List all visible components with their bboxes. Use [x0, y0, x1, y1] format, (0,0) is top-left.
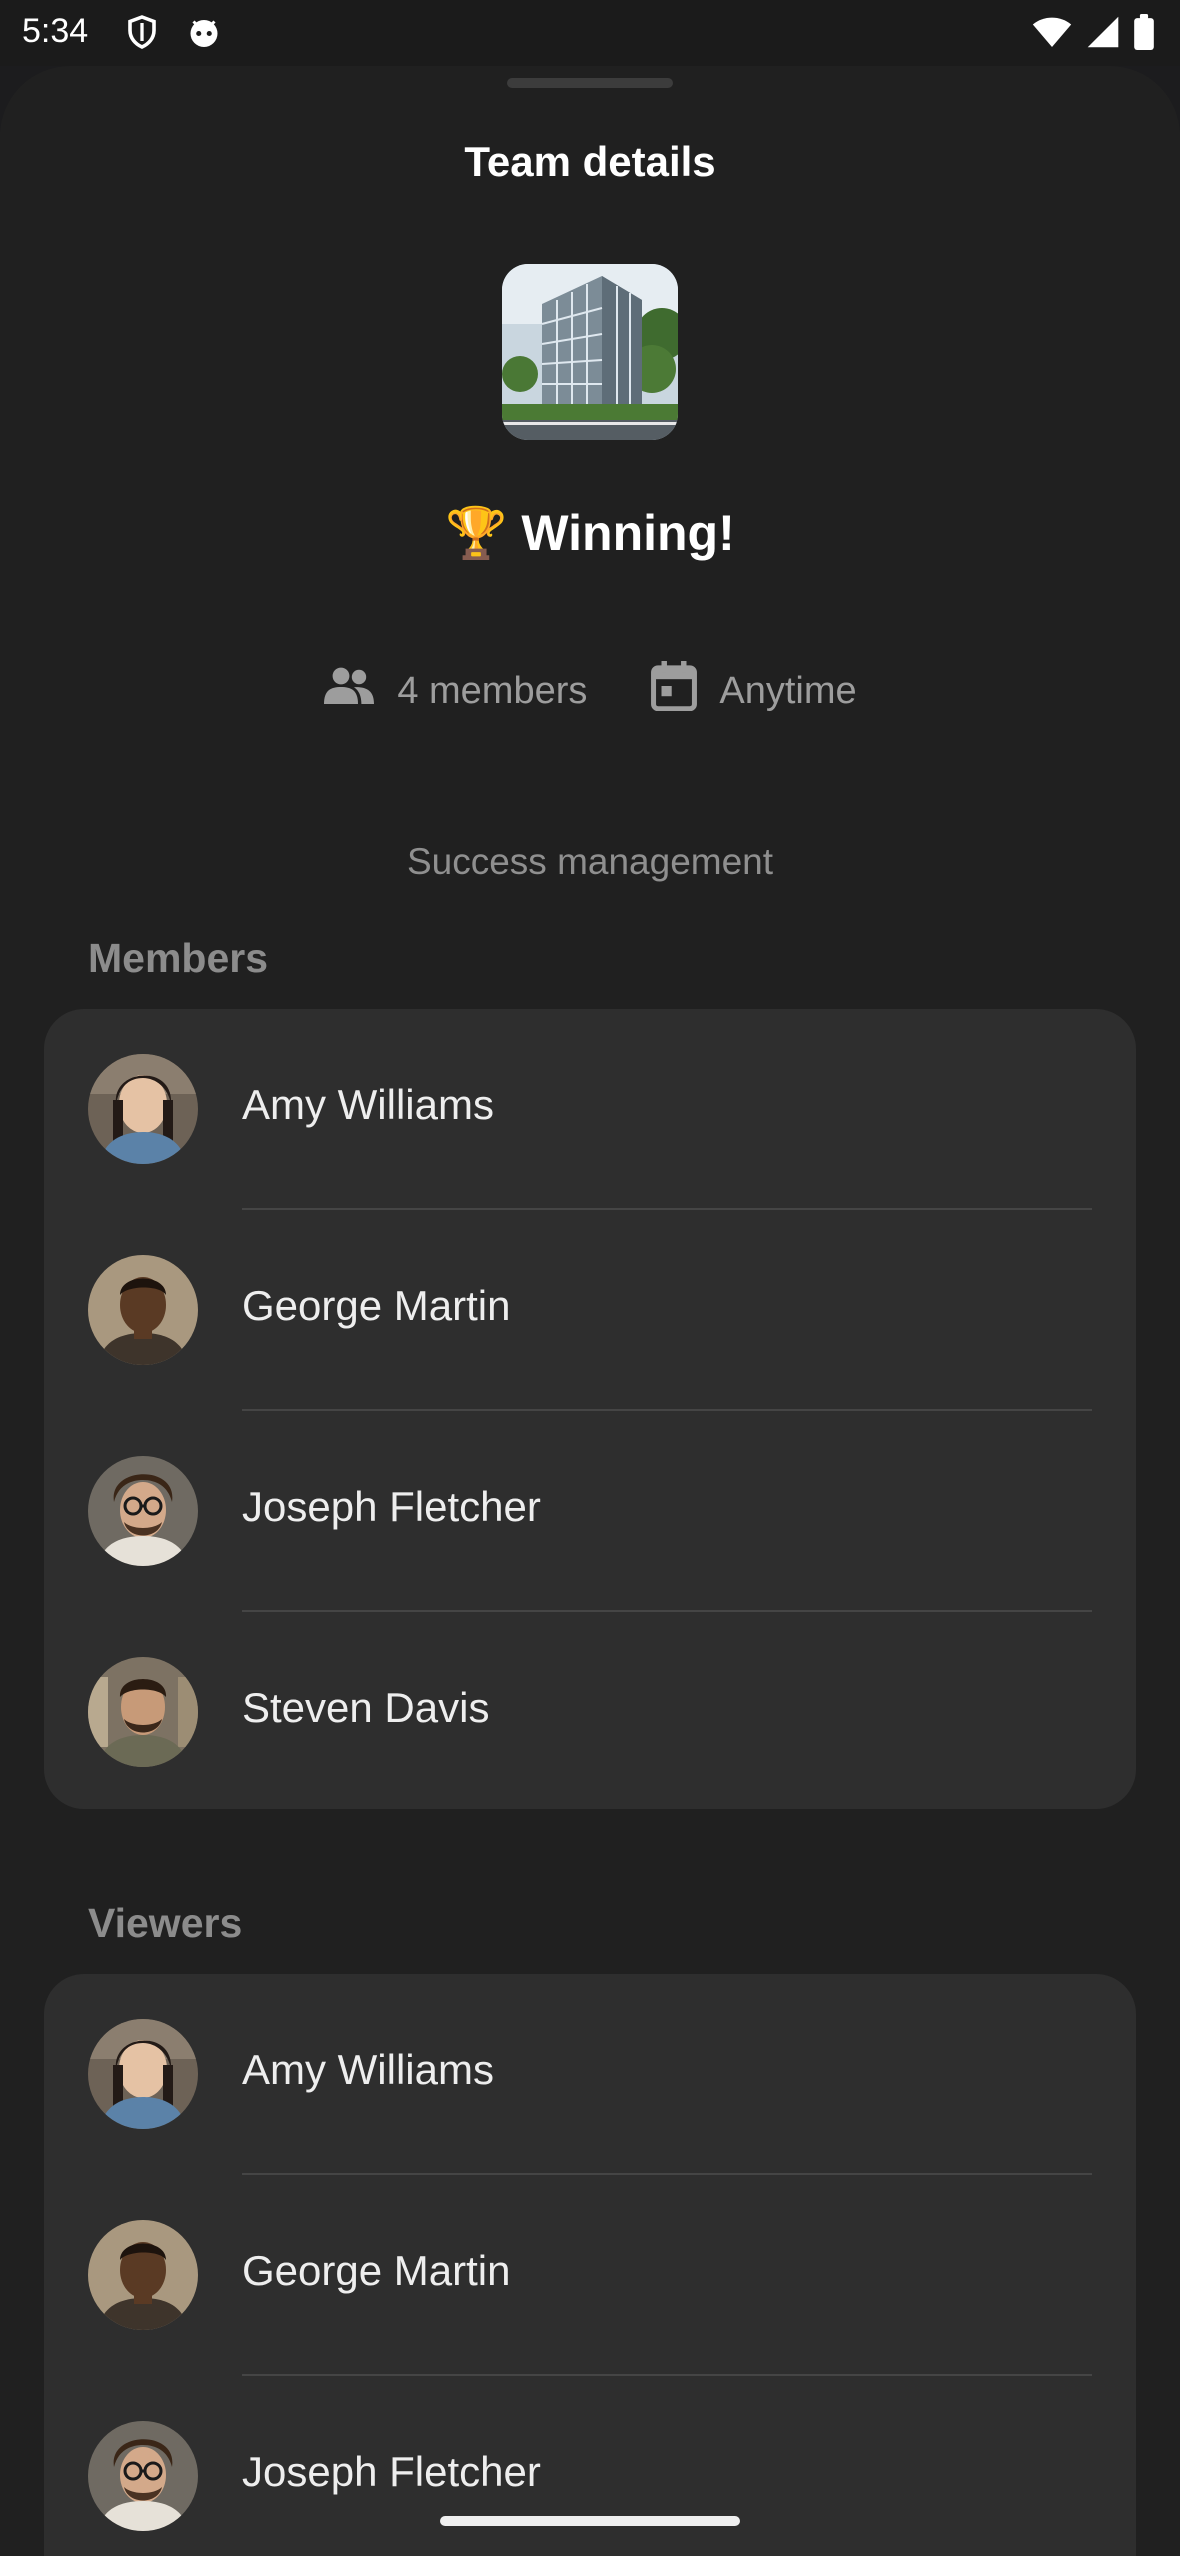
avatar — [88, 1657, 198, 1767]
team-name: 🏆 Winning! — [445, 505, 735, 561]
cell-signal-icon — [1086, 15, 1120, 54]
avatar — [88, 1054, 198, 1164]
team-description: Success management — [406, 841, 774, 882]
list-item[interactable]: George Martin — [44, 1210, 1136, 1411]
battery-icon — [1134, 14, 1154, 55]
list-item[interactable]: Steven Davis — [44, 1612, 1136, 1809]
home-indicator[interactable] — [440, 2516, 740, 2526]
sheet-title: Team details — [464, 138, 716, 185]
status-bar: 5:34 — [0, 0, 1180, 66]
member-name: Joseph Fletcher — [242, 1483, 541, 1530]
schedule-label: Anytime — [719, 669, 857, 712]
people-icon — [323, 666, 375, 716]
calendar-icon — [651, 661, 698, 721]
team-meta: 4 members Anytime — [0, 656, 1180, 726]
list-item[interactable]: George Martin — [44, 2175, 1136, 2376]
status-time: 5:34 — [22, 12, 89, 50]
list-item[interactable]: Joseph Fletcher — [44, 1411, 1136, 1612]
members-count-label: 4 members — [397, 669, 588, 712]
list-item[interactable]: Amy Williams — [44, 1974, 1136, 2175]
schedule: Anytime — [651, 661, 857, 721]
member-name: Steven Davis — [242, 1684, 490, 1731]
wifi-icon — [1032, 15, 1072, 54]
members-count: 4 members — [323, 666, 587, 716]
avatar — [88, 1456, 198, 1566]
drag-handle[interactable] — [507, 78, 673, 88]
avatar — [88, 2220, 198, 2330]
team-image — [502, 264, 678, 440]
members-section-title: Members — [88, 935, 269, 981]
member-name: Amy Williams — [242, 1081, 494, 1128]
shield-icon — [124, 14, 160, 50]
avatar — [88, 2421, 198, 2531]
viewer-name: Joseph Fletcher — [242, 2448, 541, 2495]
viewers-section-title: Viewers — [88, 1900, 243, 1946]
viewer-name: George Martin — [242, 2247, 511, 2294]
list-item[interactable]: Joseph Fletcher — [44, 2376, 1136, 2556]
avatar — [88, 2019, 198, 2129]
avatar — [88, 1255, 198, 1365]
android-face-icon — [186, 14, 222, 50]
list-item[interactable]: Amy Williams — [44, 1009, 1136, 1210]
members-list: Amy Williams George Martin Joseph Fletch… — [44, 1009, 1136, 1809]
viewer-name: Amy Williams — [242, 2046, 494, 2093]
viewers-list: Amy Williams George Martin Joseph Fletch… — [44, 1974, 1136, 2556]
member-name: George Martin — [242, 1282, 511, 1329]
